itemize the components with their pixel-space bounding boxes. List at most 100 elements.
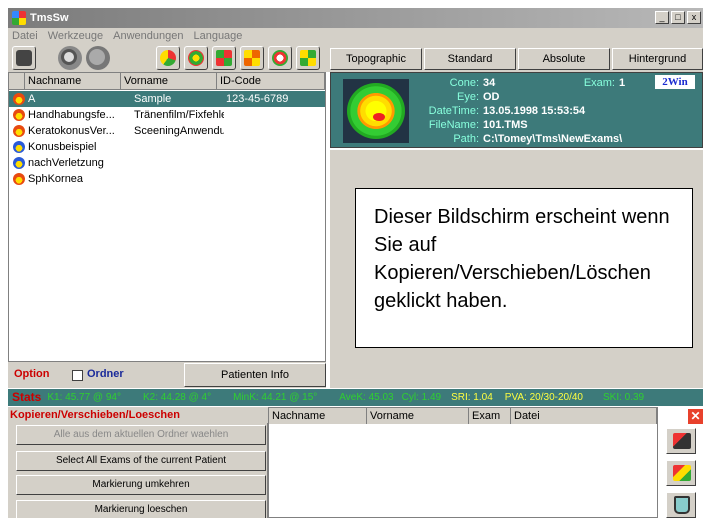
column-id-code[interactable]: ID-Code bbox=[217, 73, 325, 90]
target-exam-list[interactable]: Nachname Vorname Exam Datei bbox=[268, 407, 658, 518]
patient-row[interactable]: nachVerletzung bbox=[9, 155, 325, 171]
close-button[interactable]: x bbox=[687, 11, 701, 24]
map-tool-4-button[interactable] bbox=[240, 46, 264, 70]
patient-row[interactable]: KeratokonusVer... SceeningAnwendung! bbox=[9, 123, 325, 139]
ordner-label: Ordner bbox=[87, 368, 124, 380]
path-value: C:\Tomey\Tms\NewExams\ bbox=[483, 133, 623, 145]
stats-bar: Stats K1: 45.77 @ 94° K2: 44.28 @ 4° Min… bbox=[8, 389, 703, 406]
patient-nachname: KeratokonusVer... bbox=[28, 125, 115, 137]
column-vorname[interactable]: Vorname bbox=[367, 408, 469, 424]
filename-label: FileName: bbox=[428, 119, 479, 131]
patient-row[interactable]: SphKornea bbox=[9, 171, 325, 187]
window-title: TmsSw bbox=[30, 12, 69, 24]
face-red-icon bbox=[13, 109, 25, 121]
quick-icon bbox=[89, 49, 105, 65]
map-tool-1-button[interactable] bbox=[156, 46, 180, 70]
patienten-info-button[interactable]: Patienten Info bbox=[184, 363, 326, 387]
invert-selection-button[interactable]: Markierung umkehren bbox=[16, 475, 266, 495]
select-all-patient-exams-button[interactable]: Select All Exams of the current Patient bbox=[16, 451, 266, 471]
tab-hintergrund[interactable]: Hintergrund bbox=[612, 48, 703, 70]
column-nachname[interactable]: Nachname bbox=[269, 408, 367, 424]
map-tool-5-button[interactable] bbox=[268, 46, 292, 70]
column-datei[interactable]: Datei bbox=[511, 408, 657, 424]
cone-value: 34 bbox=[483, 77, 496, 89]
datetime-label: DateTime: bbox=[428, 105, 479, 117]
cone-label: Cone: bbox=[449, 77, 479, 89]
eye-value: OD bbox=[483, 91, 500, 103]
target-list-header: Nachname Vorname Exam Datei bbox=[269, 408, 657, 424]
copy-to-disk-button[interactable] bbox=[666, 428, 696, 454]
tab-absolute[interactable]: Absolute bbox=[518, 48, 610, 70]
face-red-icon bbox=[13, 125, 25, 137]
patient-row[interactable]: A Sample 123-45-6789 bbox=[9, 91, 325, 107]
close-panel-icon[interactable]: ✕ bbox=[688, 409, 703, 424]
copy-panel-title: Kopieren/Verschieben/Loeschen bbox=[8, 407, 268, 423]
color-map-icon bbox=[160, 50, 176, 66]
move-button[interactable] bbox=[666, 460, 696, 486]
map-tool-3-button[interactable] bbox=[212, 46, 236, 70]
menu-bar: Datei Werkzeuge Anwendungen Language bbox=[8, 28, 703, 44]
patient-nachname: A bbox=[28, 93, 36, 105]
stats-cyl: Cyl: 1.49 bbox=[401, 392, 442, 403]
compare-map-icon bbox=[272, 50, 288, 66]
patient-row[interactable]: Handhabungsfe... Tränenfilm/Fixfehler bbox=[9, 107, 325, 123]
filename-value: 101.TMS bbox=[483, 119, 528, 131]
explanation-callout: Dieser Bildschirm erscheint wenn Sie auf… bbox=[355, 188, 693, 348]
stats-sri: SRI: 1.04 bbox=[451, 392, 493, 403]
patient-row[interactable]: Konusbeispiel bbox=[9, 139, 325, 155]
exam-info-panel: Cone: 34 Exam: 1 2Win Eye: OD DateTime: … bbox=[330, 72, 703, 148]
menu-werkzeuge[interactable]: Werkzeuge bbox=[48, 30, 103, 42]
trash-icon bbox=[674, 496, 690, 514]
patient-nachname: Handhabungsfe... bbox=[28, 109, 115, 121]
exam-label: Exam: bbox=[583, 77, 615, 89]
select-all-folder-button[interactable]: Alle aus dem aktuellen Ordner waehlen bbox=[16, 425, 266, 445]
face-blue-icon bbox=[13, 141, 25, 153]
column-vorname[interactable]: Vorname bbox=[121, 73, 217, 90]
tab-topographic[interactable]: Topographic bbox=[330, 48, 422, 70]
patient-vorname: Tränenfilm/Fixfehler bbox=[134, 109, 224, 121]
datetime-value: 13.05.1998 15:53:54 bbox=[483, 105, 586, 117]
copy-disk-icon bbox=[673, 433, 691, 449]
patient-list[interactable]: Nachname Vorname ID-Code A Sample 123-45-6… bbox=[8, 72, 326, 362]
option-bar: Option Ordner Patienten Info bbox=[8, 362, 326, 388]
stats-mink: MinK: 44.21 @ 15° bbox=[233, 392, 318, 403]
eye-icon bbox=[61, 49, 77, 65]
map-tool-2-button[interactable] bbox=[184, 46, 208, 70]
stats-label: Stats bbox=[12, 390, 42, 404]
clear-selection-button[interactable]: Markierung loeschen bbox=[16, 500, 266, 518]
move-folder-icon bbox=[673, 465, 691, 481]
menu-language[interactable]: Language bbox=[193, 30, 242, 42]
eye-tool-button[interactable] bbox=[58, 46, 82, 70]
stats-pva: PVA: 20/30-20/40 bbox=[504, 392, 583, 403]
ordner-checkbox[interactable] bbox=[72, 370, 83, 381]
column-exam[interactable]: Exam bbox=[469, 408, 511, 424]
patient-nachname: SphKornea bbox=[28, 173, 84, 185]
copy-move-delete-panel: Kopieren/Verschieben/Loeschen Alle aus d… bbox=[8, 407, 268, 518]
column-nachname[interactable]: Nachname bbox=[25, 73, 121, 90]
quick-tool-button[interactable] bbox=[86, 46, 110, 70]
menu-datei[interactable]: Datei bbox=[12, 30, 38, 42]
delete-button[interactable] bbox=[666, 492, 696, 518]
face-blue-icon bbox=[13, 157, 25, 169]
minimize-button[interactable]: _ bbox=[655, 11, 669, 24]
window-controls: _ □ x bbox=[655, 11, 701, 24]
eye-label: Eye: bbox=[456, 91, 479, 103]
2win-badge[interactable]: 2Win bbox=[655, 75, 695, 89]
maximize-button[interactable]: □ bbox=[671, 11, 685, 24]
map-tool-6-button[interactable] bbox=[296, 46, 320, 70]
path-label: Path: bbox=[453, 133, 479, 145]
grid-map-icon bbox=[244, 50, 260, 66]
exam-value: 1 bbox=[619, 77, 626, 89]
title-bar: TmsSw _ □ x bbox=[8, 8, 703, 28]
tab-standard[interactable]: Standard bbox=[424, 48, 516, 70]
patient-nachname: Konusbeispiel bbox=[28, 141, 97, 153]
app-icon bbox=[12, 11, 26, 25]
patient-vorname: Sample bbox=[134, 93, 172, 105]
stats-avek: AveK: 45.03 bbox=[339, 392, 394, 403]
patient-id: 123-45-6789 bbox=[226, 93, 289, 105]
face-red-icon bbox=[13, 93, 25, 105]
menu-anwendungen[interactable]: Anwendungen bbox=[113, 30, 183, 42]
multi-map-icon bbox=[300, 50, 316, 66]
stats-k1: K1: 45.77 @ 94° bbox=[47, 392, 121, 403]
folder-tool-button[interactable] bbox=[12, 46, 36, 70]
